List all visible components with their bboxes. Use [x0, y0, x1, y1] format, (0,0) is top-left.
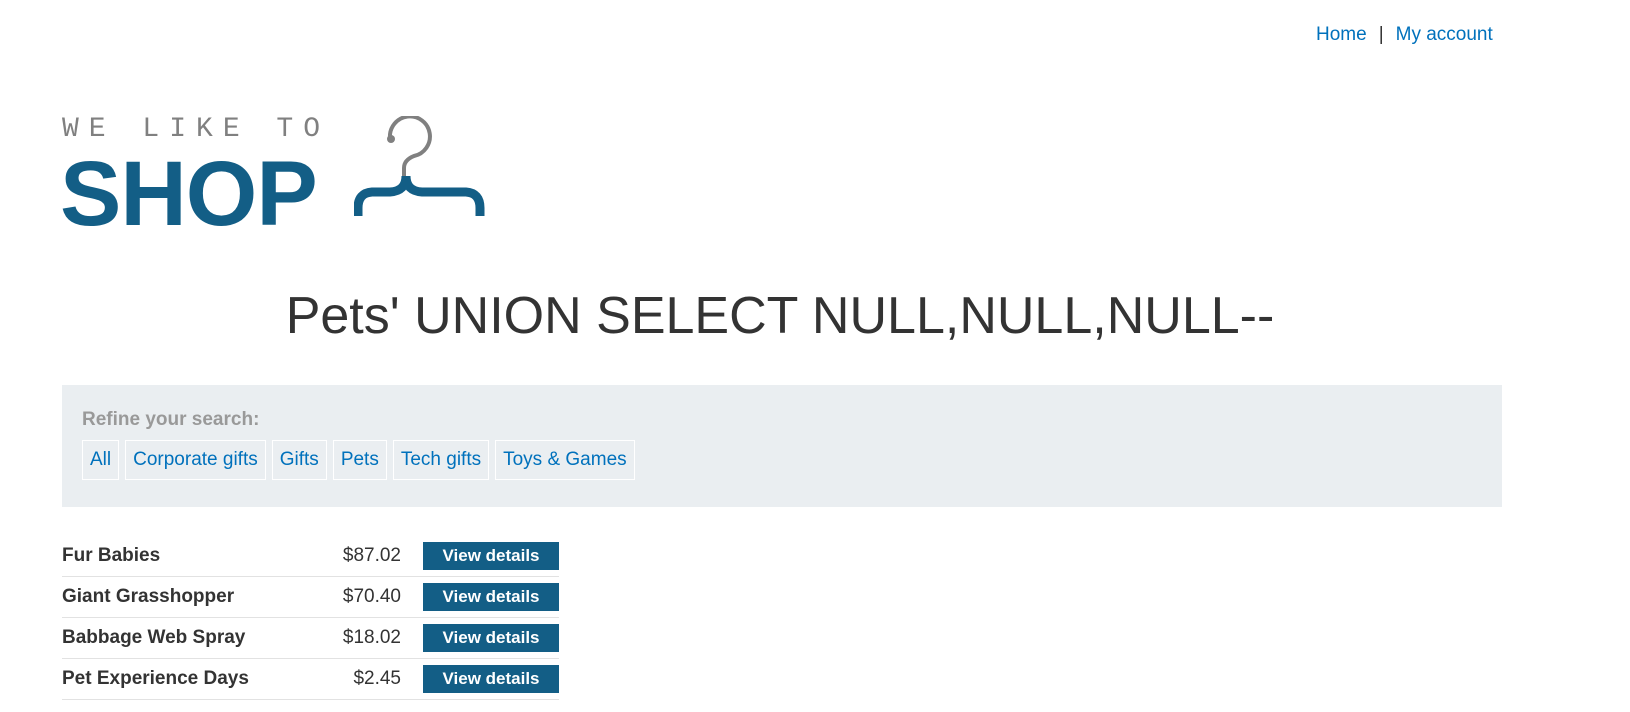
- category-link-pets[interactable]: Pets: [332, 440, 387, 480]
- category-links: All Corporate gifts Gifts Pets Tech gift…: [82, 440, 641, 480]
- category-link-all[interactable]: All: [82, 440, 120, 480]
- product-price: $87.02: [301, 536, 423, 577]
- hanger-icon: [354, 116, 485, 216]
- category-link-gifts[interactable]: Gifts: [271, 440, 327, 480]
- category-link-tech-gifts[interactable]: Tech gifts: [392, 440, 490, 480]
- site-logo: WE LIKE TO SHOP: [60, 112, 522, 240]
- product-name: Babbage Web Spray: [62, 617, 302, 659]
- product-price: $70.40: [301, 576, 423, 618]
- product-name: Giant Grasshopper: [62, 576, 302, 618]
- product-table: Fur Babies $87.02 View details Giant Gra…: [62, 536, 559, 700]
- product-name: Pet Experience Days: [62, 658, 302, 700]
- filters-heading: Refine your search:: [82, 409, 260, 430]
- product-name: Fur Babies: [62, 536, 302, 577]
- table-row: Giant Grasshopper $70.40 View details: [62, 576, 559, 618]
- logo-tagline: WE LIKE TO: [62, 114, 331, 145]
- table-row: Babbage Web Spray $18.02 View details: [62, 617, 559, 659]
- logo-brand: SHOP: [60, 143, 318, 245]
- top-nav: Home | My account: [1316, 24, 1493, 46]
- product-price: $18.02: [301, 617, 423, 659]
- my-account-link[interactable]: My account: [1396, 24, 1493, 46]
- view-details-button[interactable]: View details: [423, 583, 559, 611]
- category-link-corporate-gifts[interactable]: Corporate gifts: [125, 440, 266, 480]
- view-details-button[interactable]: View details: [423, 624, 559, 652]
- page-title: Pets' UNION SELECT NULL,NULL,NULL--: [285, 287, 1275, 345]
- search-filters: Refine your search: All Corporate gifts …: [62, 385, 1502, 507]
- product-price: $2.45: [301, 658, 423, 700]
- table-row: Pet Experience Days $2.45 View details: [62, 658, 559, 700]
- nav-separator: |: [1378, 24, 1384, 45]
- view-details-button[interactable]: View details: [423, 665, 559, 693]
- category-link-toys-games[interactable]: Toys & Games: [495, 440, 635, 480]
- view-details-button[interactable]: View details: [423, 542, 559, 570]
- table-row: Fur Babies $87.02 View details: [62, 536, 559, 577]
- home-link[interactable]: Home: [1316, 24, 1367, 46]
